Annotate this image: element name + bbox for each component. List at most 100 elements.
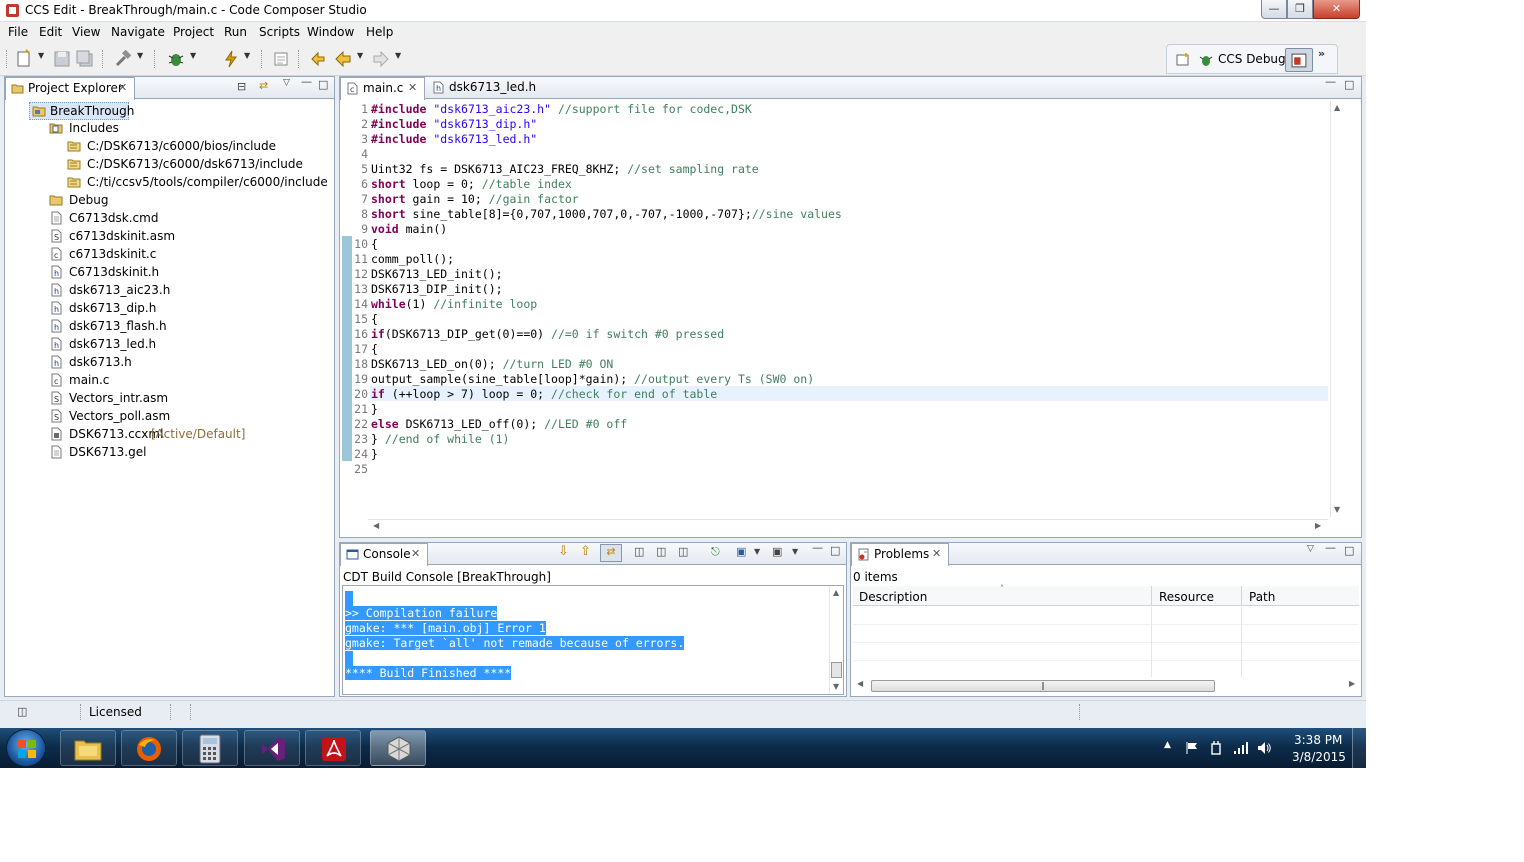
code-line[interactable]: while(1) //infinite loop (371, 297, 537, 311)
menu-navigate[interactable]: Navigate (111, 25, 165, 39)
tree-project-breakthrough[interactable]: BreakThrough (29, 102, 134, 120)
code-line[interactable]: Uint32 fs = DSK6713_AIC23_FREQ_8KHZ; //s… (371, 162, 759, 176)
console-output[interactable]: ________________________ >> Compilation … (342, 585, 844, 695)
code-line[interactable]: DSK6713_LED_on(0); //turn LED #0 ON (371, 357, 613, 371)
tab-problems[interactable]: Problems ✕ (851, 543, 949, 566)
code-line[interactable]: { (371, 312, 378, 326)
menu-edit[interactable]: Edit (39, 25, 62, 39)
open-console-icon[interactable]: ▣ (772, 545, 782, 558)
save-all-button[interactable] (75, 49, 95, 69)
code-line[interactable]: if(DSK6713_DIP_get(0)==0) //=0 if switch… (371, 327, 724, 341)
scroll-up-icon[interactable]: ▲ (833, 588, 839, 597)
maximize-button[interactable]: ❐ (1287, 0, 1313, 19)
clear-console-icon[interactable]: ◫ (634, 545, 644, 558)
back-dropdown-arrow[interactable]: ▼ (357, 51, 363, 60)
close-icon[interactable]: ✕ (411, 547, 420, 560)
copy-build-log-icon[interactable]: ◫ (656, 545, 666, 558)
minimize-view-icon[interactable]: — (812, 541, 823, 554)
code-line[interactable]: short loop = 0; //table index (371, 177, 572, 191)
problems-horizontal-scrollbar[interactable]: ◀ ‖ ▶ (853, 679, 1359, 693)
code-line[interactable]: if (++loop > 7) loop = 0; //check for en… (371, 387, 717, 401)
save-button[interactable] (52, 49, 72, 69)
taskbar-ccs-app[interactable] (370, 730, 426, 766)
new-button[interactable] (14, 49, 34, 69)
code-line[interactable]: comm_poll(); (371, 252, 454, 266)
code-line[interactable]: short gain = 10; //gain factor (371, 192, 579, 206)
column-description[interactable]: Description (859, 590, 927, 604)
view-menu-icon[interactable]: ▽ (283, 78, 290, 88)
code-line[interactable]: output_sample(sine_table[loop]*gain); //… (371, 372, 814, 386)
menu-view[interactable]: View (72, 25, 100, 39)
pin-console-icon[interactable]: ⎋ (711, 545, 720, 559)
code-line[interactable]: { (371, 237, 378, 251)
debug-dropdown-arrow[interactable]: ▼ (190, 51, 196, 60)
ccs-edit-perspective-button[interactable] (1285, 48, 1313, 72)
collapse-all-icon[interactable]: ⊟ (237, 80, 246, 93)
editor-vertical-scrollbar[interactable]: ▲ ▼ (1330, 101, 1344, 517)
close-button[interactable]: ✕ (1313, 0, 1360, 19)
code-line[interactable]: DSK6713_LED_init(); (371, 267, 503, 281)
show-hidden-icons-icon[interactable]: ▲ (1164, 740, 1171, 750)
show-desktop-button[interactable] (1352, 728, 1366, 768)
minimize-view-icon[interactable]: — (1325, 75, 1336, 88)
menu-run[interactable]: Run (224, 25, 247, 39)
maximize-view-icon[interactable]: □ (830, 544, 840, 557)
scroll-left-icon[interactable]: ◀ (373, 521, 379, 530)
link-with-editor-icon[interactable]: ⇄ (259, 79, 268, 92)
scroll-up-icon[interactable]: ▲ (1334, 103, 1340, 112)
device-icon[interactable] (1209, 740, 1223, 756)
maximize-view-icon[interactable]: □ (1344, 78, 1354, 91)
build-dropdown-arrow[interactable]: ▼ (137, 51, 143, 60)
code-line[interactable]: { (371, 342, 378, 356)
close-icon[interactable]: ✕ (932, 547, 941, 560)
signal-strength-icon[interactable] (1233, 741, 1249, 755)
scroll-thumb[interactable] (831, 662, 842, 678)
display-dropdown-arrow[interactable]: ▼ (754, 547, 760, 556)
column-divider[interactable] (1151, 586, 1152, 606)
menu-scripts[interactable]: Scripts (259, 25, 300, 39)
volume-icon[interactable] (1256, 740, 1272, 756)
action-center-flag-icon[interactable] (1185, 741, 1199, 755)
code-line[interactable]: #include "dsk6713_aic23.h" //support fil… (371, 102, 752, 116)
column-path[interactable]: Path (1249, 590, 1275, 604)
taskbar-visual-studio[interactable] (244, 730, 300, 766)
menu-help[interactable]: Help (366, 25, 393, 39)
maximize-view-icon[interactable]: □ (318, 78, 328, 91)
display-console-icon[interactable]: ▣ (736, 545, 746, 558)
editor-horizontal-scrollbar[interactable]: ◀ ▶ (368, 519, 1328, 533)
maximize-view-icon[interactable]: □ (1344, 544, 1354, 557)
taskbar-calculator[interactable] (182, 730, 238, 766)
minimize-button[interactable]: — (1261, 0, 1287, 19)
build-button[interactable] (113, 49, 133, 69)
close-icon[interactable]: ✕ (118, 81, 127, 94)
flash-dropdown-arrow[interactable]: ▼ (244, 51, 250, 60)
view-menu-icon[interactable]: ▽ (1307, 544, 1314, 554)
code-line[interactable]: #include "dsk6713_dip.h" (371, 117, 537, 131)
tab-dsk6713-led-h[interactable]: h dsk6713_led.h (427, 77, 547, 99)
forward-dropdown-arrow[interactable]: ▼ (395, 51, 401, 60)
code-line[interactable]: DSK6713_DIP_init(); (371, 282, 503, 296)
scroll-right-icon[interactable]: ▶ (1349, 679, 1355, 688)
code-line[interactable]: else DSK6713_LED_off(0); //LED #0 off (371, 417, 627, 431)
minimize-view-icon[interactable]: — (301, 75, 312, 88)
scroll-thumb[interactable]: ‖ (871, 680, 1215, 692)
scroll-lock-icon[interactable]: ⇄ (600, 544, 622, 562)
code-line[interactable]: } (371, 447, 378, 461)
taskbar-firefox[interactable] (121, 730, 177, 766)
debug-button[interactable] (166, 49, 186, 69)
column-divider[interactable] (1241, 586, 1242, 606)
clock-date[interactable]: 3/8/2015 (1292, 750, 1346, 764)
last-edit-button[interactable] (308, 49, 328, 69)
console-vertical-scrollbar[interactable]: ▲ ▼ (829, 586, 843, 694)
new-dropdown-arrow[interactable]: ▼ (38, 51, 44, 60)
menu-window[interactable]: Window (307, 25, 354, 39)
open-perspective-icon[interactable] (1175, 52, 1191, 68)
column-resource[interactable]: Resource (1159, 590, 1214, 604)
scroll-down-icon[interactable]: ▼ (833, 682, 839, 691)
scroll-up-arrow-icon[interactable]: ⇧ (580, 544, 591, 559)
remove-console-icon[interactable]: ◫ (678, 545, 688, 558)
code-line[interactable]: } (371, 402, 378, 416)
code-line[interactable]: #include "dsk6713_led.h" (371, 132, 537, 146)
scroll-left-icon[interactable]: ◀ (857, 679, 863, 688)
open-console-dropdown-arrow[interactable]: ▼ (792, 547, 798, 556)
